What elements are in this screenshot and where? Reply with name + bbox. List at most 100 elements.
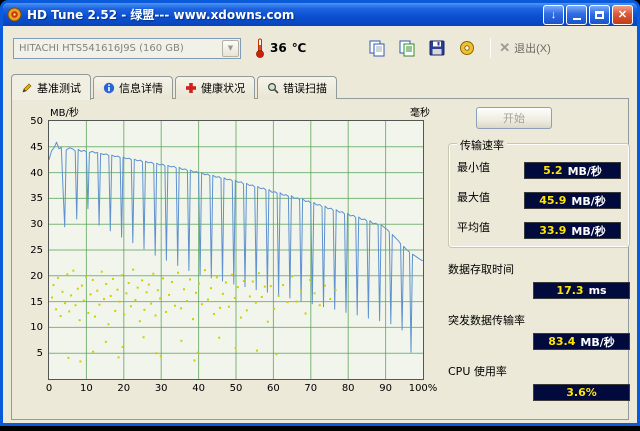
y-tick-label: 50 [30, 116, 43, 127]
transfer-rate-group: 传输速率 最小值 5.2 MB/秒 最大值 45.9 MB/秒 平均值 33.9… [448, 137, 630, 248]
x-tick-label: 50 [229, 383, 243, 394]
copy-text-icon [398, 39, 416, 57]
max-rate-row: 最大值 45.9 MB/秒 [457, 188, 621, 209]
avg-rate-value-box: 33.9 MB/秒 [524, 222, 621, 239]
copy-text-button[interactable] [394, 36, 420, 60]
toolbar-separator [490, 38, 492, 58]
start-button[interactable]: 开始 [476, 107, 552, 129]
max-rate-unit: MB/秒 [571, 194, 606, 208]
y-tick-label: 15 [30, 296, 43, 308]
copy-image-button[interactable] [364, 36, 390, 60]
access-time-value: 17.3 [556, 284, 584, 297]
access-time-unit: ms [588, 284, 607, 297]
x-tick-label: 80 [341, 383, 355, 394]
y-tick-label: 45 [30, 141, 43, 153]
tab-benchmark[interactable]: 基准测试 [11, 74, 91, 100]
min-rate-row: 最小值 5.2 MB/秒 [457, 158, 621, 179]
minimize-button[interactable] [566, 4, 587, 25]
app-icon [7, 7, 22, 22]
tab-error-scan-label: 错误扫描 [283, 82, 327, 95]
download-icon: ↓ [550, 8, 557, 21]
max-rate-label: 最大值 [457, 191, 490, 204]
avg-rate-unit: MB/秒 [571, 224, 606, 238]
tab-benchmark-label: 基准测试 [37, 82, 81, 95]
transfer-rate-group-title: 传输速率 [457, 137, 507, 153]
y-tick-label: 40 [30, 167, 43, 179]
hd-tune-window: HD Tune 2.52 - 绿盟--- www.xdowns.com ↓ ✕ … [0, 0, 640, 426]
drive-select-value: HITACHI HTS541616J9S (160 GB) [19, 42, 184, 54]
access-time-label: 数据存取时间 [448, 263, 514, 276]
drive-select[interactable]: HITACHI HTS541616J9S (160 GB) ▼ [13, 37, 241, 59]
max-rate-value-box: 45.9 MB/秒 [524, 192, 621, 209]
x-tick-label: 100% [408, 383, 438, 394]
tab-info[interactable]: 信息详情 [93, 76, 173, 99]
thermometer-icon [255, 38, 265, 58]
cpu-usage-value: 3.6% [566, 386, 597, 399]
min-rate-unit: MB/秒 [567, 164, 602, 178]
stats-panel: 开始 传输速率 最小值 5.2 MB/秒 最大值 45.9 MB/秒 平均值 3… [448, 105, 630, 401]
exit-icon: ✕ [499, 40, 511, 55]
burst-rate-value-box: 83.4 MB/秒 [533, 333, 630, 350]
close-button[interactable]: ✕ [612, 4, 633, 25]
min-rate-label: 最小值 [457, 161, 490, 174]
toolbar-buttons [364, 36, 480, 60]
access-time-block: 数据存取时间 17.3 ms [448, 261, 630, 299]
tab-error-scan[interactable]: 错误扫描 [257, 76, 337, 99]
maximize-icon [595, 10, 604, 19]
tab-info-label: 信息详情 [119, 82, 163, 95]
title-bar[interactable]: HD Tune 2.52 - 绿盟--- www.xdowns.com ↓ ✕ [3, 3, 637, 26]
benchmark-tab-page: MB/秒 毫秒 50 45 40 35 30 25 20 15 10 5 0 10 20 30 40 50 6… [11, 98, 630, 420]
window-title: HD Tune 2.52 - 绿盟--- www.xdowns.com [27, 8, 295, 22]
options-button[interactable] [454, 36, 480, 60]
benchmark-chart: MB/秒 毫秒 50 45 40 35 30 25 20 15 10 5 0 10 20 30 40 50 6… [18, 103, 444, 403]
x-tick-label: 90 [379, 383, 392, 394]
benchmark-chart-svg [49, 121, 423, 379]
temperature-unit: ℃ [291, 41, 307, 55]
y-tick-label: 10 [30, 322, 43, 334]
min-rate-value-box: 5.2 MB/秒 [524, 162, 621, 179]
y-tick-label: 35 [30, 193, 43, 205]
access-time-value-box: 17.3 ms [533, 282, 630, 299]
x-axis-ticks: 0 10 20 30 40 50 60 70 80 90 100% [45, 383, 439, 397]
pencil-icon [21, 82, 33, 94]
plot-area [48, 120, 424, 380]
info-icon [103, 82, 115, 94]
maximize-button[interactable] [589, 4, 610, 25]
burst-rate-block: 突发数据传输率 83.4 MB/秒 [448, 312, 630, 350]
x-tick-label: 30 [154, 383, 168, 394]
minimize-icon [572, 18, 581, 20]
temperature-value: 36 [270, 41, 287, 55]
x-tick-label: 20 [117, 383, 131, 394]
x-tick-label: 60 [267, 383, 280, 394]
y-tick-label: 30 [30, 219, 43, 231]
burst-rate-value: 83.4 [548, 335, 576, 348]
tab-health-label: 健康状况 [201, 82, 245, 95]
tab-strip: 基准测试 信息详情 健康状况 错误扫描 [11, 74, 629, 100]
x-tick-label: 70 [304, 383, 318, 394]
exit-label: 退出(X) [514, 43, 551, 55]
min-rate-value: 5.2 [543, 164, 563, 177]
health-cross-icon [185, 82, 197, 94]
y-axis-ticks: 50 45 40 35 30 25 20 15 10 5 [18, 116, 45, 381]
download-button[interactable]: ↓ [543, 4, 564, 25]
y-tick-label: 5 [36, 348, 43, 360]
magnifier-icon [267, 82, 279, 94]
avg-rate-row: 平均值 33.9 MB/秒 [457, 218, 621, 239]
tab-health[interactable]: 健康状况 [175, 76, 255, 99]
burst-rate-unit: MB/秒 [580, 335, 615, 349]
x-tick-label: 40 [192, 383, 205, 394]
chevron-down-icon: ▼ [222, 39, 239, 57]
avg-rate-label: 平均值 [457, 221, 490, 234]
y-tick-label: 25 [30, 245, 43, 256]
save-screenshot-button[interactable] [424, 36, 450, 60]
avg-rate-value: 33.9 [539, 224, 567, 237]
cpu-usage-label: CPU 使用率 [448, 365, 507, 378]
exit-button[interactable]: ✕ 退出(X) [499, 40, 551, 56]
burst-rate-label: 突发数据传输率 [448, 314, 525, 327]
max-rate-value: 45.9 [539, 194, 567, 207]
x-tick-label: 0 [45, 383, 53, 394]
left-axis-title: MB/秒 [50, 108, 79, 119]
right-axis-title: 毫秒 [410, 108, 430, 119]
save-icon [428, 39, 446, 57]
cpu-usage-block: CPU 使用率 3.6% [448, 363, 630, 401]
